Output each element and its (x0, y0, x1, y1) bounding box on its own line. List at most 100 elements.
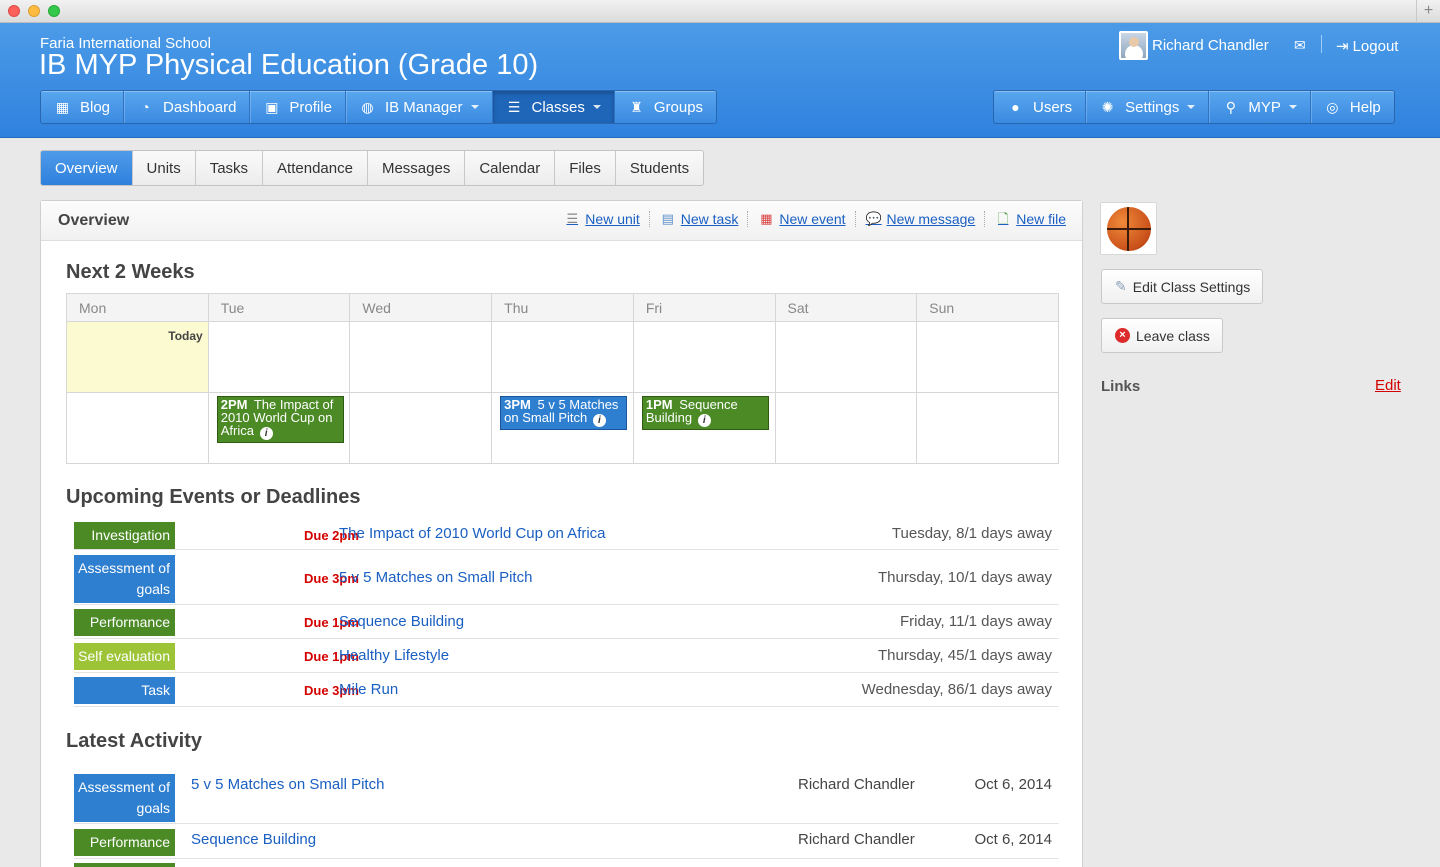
header-divider (1321, 35, 1322, 53)
nav-profile[interactable]: ▣ Profile (250, 91, 346, 123)
type-badge: Performance (74, 609, 175, 636)
nav-users[interactable]: ● Users (994, 91, 1087, 123)
nav-label: Users (1033, 98, 1073, 116)
item-link[interactable]: Sequence Building (191, 831, 316, 848)
action-label: New task (680, 211, 739, 227)
new-unit-link[interactable]: ☰ New unit (564, 211, 639, 227)
quick-actions: ☰ New unit ▤ New task ▦ New event 💬 New … (554, 211, 1066, 227)
calendar-day[interactable]: 2PM The Impact of 2010 World Cup on Afri… (207, 392, 351, 464)
class-image (1100, 202, 1157, 255)
user-menu[interactable]: Richard Chandler (1119, 31, 1269, 60)
globe-icon: ◍ (361, 98, 374, 115)
links-edit-link[interactable]: Edit (1375, 377, 1401, 394)
chevron-down-icon (1288, 105, 1297, 109)
day-header: Mon (66, 293, 209, 322)
calendar-day[interactable]: 1PM Sequence Building i (632, 392, 776, 464)
calendar-day[interactable] (774, 392, 918, 464)
tab-attendance[interactable]: Attendance (263, 151, 368, 185)
avatar (1119, 31, 1148, 60)
zoom-window-button[interactable] (48, 5, 60, 17)
calendar-day[interactable] (207, 321, 351, 393)
calendar-day[interactable] (916, 392, 1059, 464)
nav-classes[interactable]: ☰ Classes (492, 91, 615, 123)
tab-messages[interactable]: Messages (368, 151, 466, 185)
calendar-day[interactable] (916, 321, 1059, 393)
item-link[interactable]: Mile Run (339, 681, 398, 698)
new-event-link[interactable]: ▦ New event (758, 211, 845, 227)
info-icon[interactable]: i (259, 427, 273, 440)
item-link[interactable]: The Impact of 2010 World Cup on Africa (339, 525, 606, 542)
nav-blog[interactable]: ▦ Blog (41, 91, 125, 123)
chevron-down-icon (1187, 105, 1196, 109)
info-icon[interactable]: i (592, 414, 606, 427)
tab-tasks[interactable]: Tasks (196, 151, 264, 185)
logout-icon: ⇥ (1336, 38, 1349, 55)
nav-settings[interactable]: ✺ Settings (1086, 91, 1210, 123)
nav-label: Classes (531, 98, 585, 116)
panel-title: Overview (58, 212, 130, 229)
task-icon: ▤ (661, 211, 674, 226)
info-icon[interactable]: i (697, 414, 711, 427)
logout-link[interactable]: ⇥ Logout (1336, 37, 1398, 56)
new-file-link[interactable]: 🗋 New file (995, 211, 1066, 227)
minimize-window-button[interactable] (28, 5, 40, 17)
calendar-event[interactable]: 3PM 5 v 5 Matches on Small Pitch i (500, 396, 628, 430)
blog-icon: ▦ (55, 98, 70, 115)
item-link[interactable]: 5 v 5 Matches on Small Pitch (191, 776, 384, 793)
calendar-day[interactable] (491, 321, 634, 393)
nav-help[interactable]: ◎ Help (1311, 91, 1394, 123)
calendar-event[interactable]: 2PM The Impact of 2010 World Cup on Afri… (216, 396, 344, 443)
edit-class-settings-button[interactable]: ✎ Edit Class Settings (1101, 269, 1264, 304)
new-message-link[interactable]: 💬 New message (866, 211, 976, 227)
item-author: Richard Chandler (798, 776, 915, 793)
leave-class-button[interactable]: × Leave class (1101, 318, 1223, 353)
window-titlebar: + (0, 0, 1440, 23)
calendar-day-today[interactable]: Today (66, 321, 209, 393)
calendar-day[interactable] (774, 321, 918, 393)
nav-label: Profile (289, 98, 332, 116)
divider (747, 211, 749, 227)
tab-files[interactable]: Files (555, 151, 616, 185)
lifebuoy-icon: ◎ (1326, 98, 1339, 115)
item-date: Oct 6, 2014 (974, 776, 1052, 793)
nav-label: Dashboard (163, 98, 237, 116)
tab-overview[interactable]: Overview (41, 151, 133, 185)
calendar-day[interactable] (66, 392, 209, 464)
tab-units[interactable]: Units (133, 151, 196, 185)
admin-nav: ● Users ✺ Settings ⚲ MYP ◎ Help (993, 90, 1395, 124)
action-label: New file (1016, 211, 1066, 227)
calendar-title: Next 2 Weeks (66, 261, 195, 283)
today-label: Today (168, 329, 203, 343)
calendar-day[interactable]: 3PM 5 v 5 Matches on Small Pitch i (491, 392, 634, 464)
nav-ib-manager[interactable]: ◍ IB Manager (346, 91, 493, 123)
day-header: Sat (774, 293, 918, 322)
new-task-link[interactable]: ▤ New task (660, 211, 739, 227)
app-header: Faria International School IB MYP Physic… (0, 23, 1440, 138)
item-link[interactable]: 5 v 5 Matches on Small Pitch (339, 569, 532, 586)
new-tab-icon[interactable]: + (1416, 0, 1440, 23)
item-link[interactable]: Healthy Lifestyle (339, 647, 449, 664)
tab-calendar[interactable]: Calendar (465, 151, 556, 185)
type-badge: Assessment of goals (74, 774, 175, 822)
nav-groups[interactable]: ♜ Groups (615, 91, 716, 123)
mail-icon[interactable]: ✉ (1294, 37, 1306, 54)
type-badge (74, 863, 175, 867)
day-header: Fri (632, 293, 776, 322)
nav-dashboard[interactable]: ◔ Dashboard (124, 91, 251, 123)
close-window-button[interactable] (8, 5, 20, 17)
item-date: Wednesday, 86/1 days away (861, 681, 1052, 698)
calendar-day[interactable] (349, 392, 493, 464)
search-icon: ⚲ (1225, 98, 1236, 115)
calendar-day[interactable] (632, 321, 776, 393)
calendar-day[interactable] (349, 321, 493, 393)
type-badge: Investigation (74, 522, 175, 549)
tab-students[interactable]: Students (616, 151, 703, 185)
button-label: Leave class (1136, 327, 1210, 344)
close-icon: × (1115, 328, 1130, 343)
calendar-event[interactable]: 1PM Sequence Building i (641, 396, 769, 430)
type-badge: Performance (74, 829, 175, 856)
item-link[interactable]: Sequence Building (339, 613, 464, 630)
two-week-calendar: Mon Tue Wed Thu Fri Sat Sun Today 2PM Th… (66, 293, 1059, 464)
list-item: Task Due 3pm Mile Run Wednesday, 86/1 da… (74, 674, 1059, 707)
nav-myp[interactable]: ⚲ MYP (1209, 91, 1311, 123)
